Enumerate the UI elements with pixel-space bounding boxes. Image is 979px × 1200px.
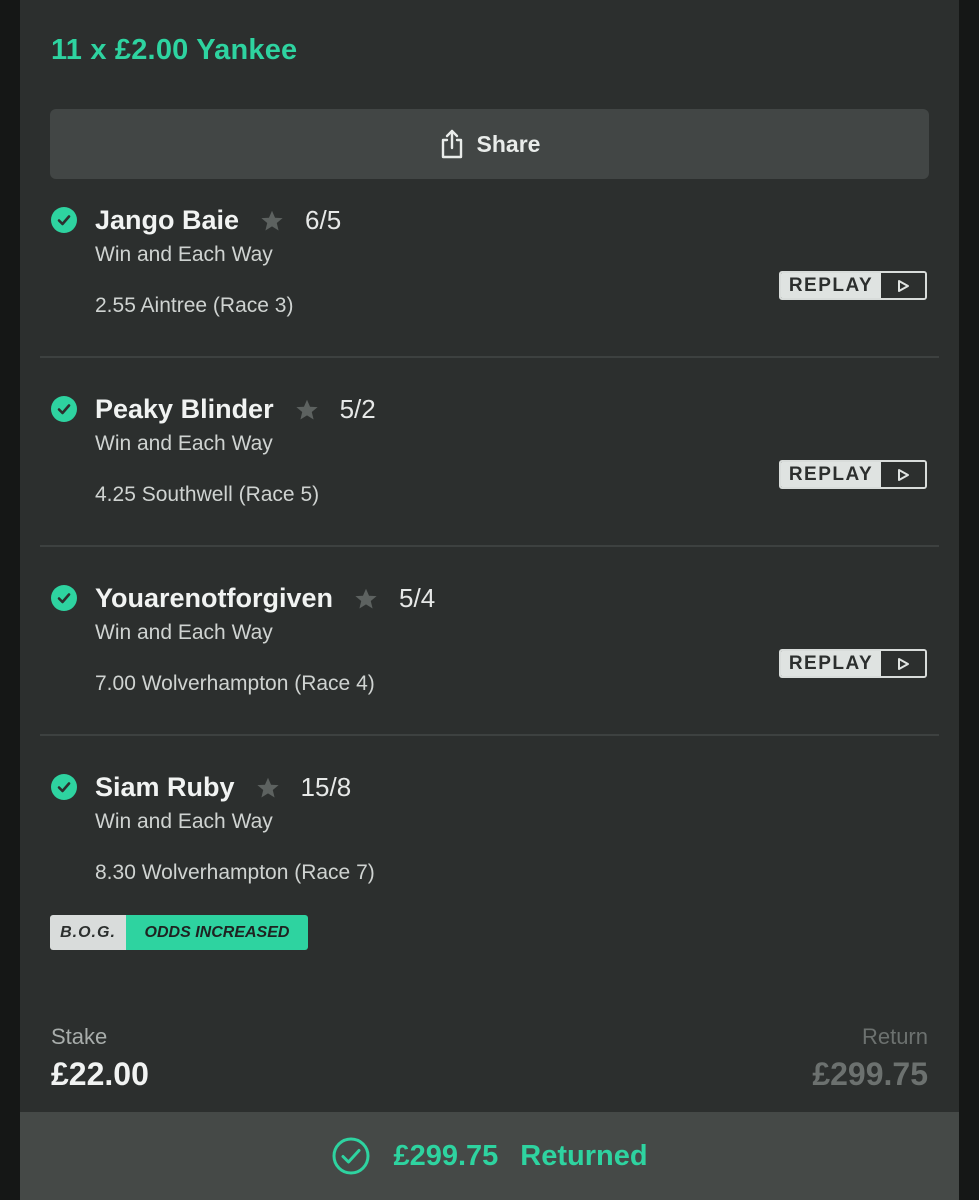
bet-card: 11 x £2.00 Yankee Share Jango Baie 6/5 W…	[20, 0, 959, 1200]
play-icon	[881, 273, 925, 298]
check-circle-icon	[51, 585, 77, 611]
leg-odds: 6/5	[305, 205, 342, 235]
leg-item: Peaky Blinder 5/2 Win and Each Way 4.25 …	[20, 390, 959, 570]
share-button[interactable]: Share	[50, 109, 929, 179]
bog-badge: B.O.G. ODDS INCREASED	[50, 915, 308, 950]
leg-item: Youarenotforgiven 5/4 Win and Each Way 7…	[20, 579, 959, 759]
race-info: 8.30 Wolverhampton (Race 7)	[95, 861, 375, 884]
leg-item: Jango Baie 6/5 Win and Each Way 2.55 Ain…	[20, 201, 959, 381]
check-circle-icon	[331, 1136, 371, 1176]
bet-type: Win and Each Way	[95, 243, 273, 266]
bet-title: 11 x £2.00 Yankee	[51, 34, 298, 66]
horse-name: Siam Ruby	[95, 772, 235, 802]
replay-label: REPLAY	[781, 462, 881, 487]
star-icon[interactable]	[255, 775, 281, 801]
check-circle-icon	[51, 774, 77, 800]
leg-odds: 5/2	[339, 394, 376, 424]
race-info: 2.55 Aintree (Race 3)	[95, 294, 294, 317]
star-icon[interactable]	[259, 208, 285, 234]
race-info: 7.00 Wolverhampton (Race 4)	[95, 672, 375, 695]
race-info: 4.25 Southwell (Race 5)	[95, 483, 320, 506]
leg-odds: 15/8	[300, 772, 352, 802]
odds-increased-label: ODDS INCREASED	[126, 915, 308, 950]
returned-banner: £299.75 Returned	[20, 1112, 959, 1200]
replay-button[interactable]: REPLAY	[779, 271, 927, 300]
returned-label: Returned	[520, 1139, 648, 1172]
replay-label: REPLAY	[781, 651, 881, 676]
share-label: Share	[476, 130, 541, 157]
stake-value: £22.00	[51, 1056, 149, 1092]
replay-button[interactable]: REPLAY	[779, 649, 927, 678]
horse-name: Jango Baie	[95, 205, 240, 235]
divider	[40, 545, 939, 547]
return-value: £299.75	[812, 1056, 928, 1092]
star-icon[interactable]	[294, 397, 320, 423]
leg-odds: 5/4	[399, 583, 436, 613]
play-icon	[881, 651, 925, 676]
play-icon	[881, 462, 925, 487]
bet-type: Win and Each Way	[95, 810, 273, 833]
replay-button[interactable]: REPLAY	[779, 460, 927, 489]
star-icon[interactable]	[353, 586, 379, 612]
bet-type: Win and Each Way	[95, 621, 273, 644]
returned-amount: £299.75	[393, 1139, 499, 1172]
check-circle-icon	[51, 396, 77, 422]
horse-name: Youarenotforgiven	[95, 583, 334, 613]
check-circle-icon	[51, 207, 77, 233]
horse-name: Peaky Blinder	[95, 394, 274, 424]
bog-label: B.O.G.	[50, 915, 126, 950]
replay-label: REPLAY	[781, 273, 881, 298]
return-label: Return	[861, 1024, 928, 1049]
divider	[40, 734, 939, 736]
share-icon	[439, 129, 465, 159]
stake-label: Stake	[51, 1024, 108, 1049]
divider	[40, 356, 939, 358]
bet-type: Win and Each Way	[95, 432, 273, 455]
